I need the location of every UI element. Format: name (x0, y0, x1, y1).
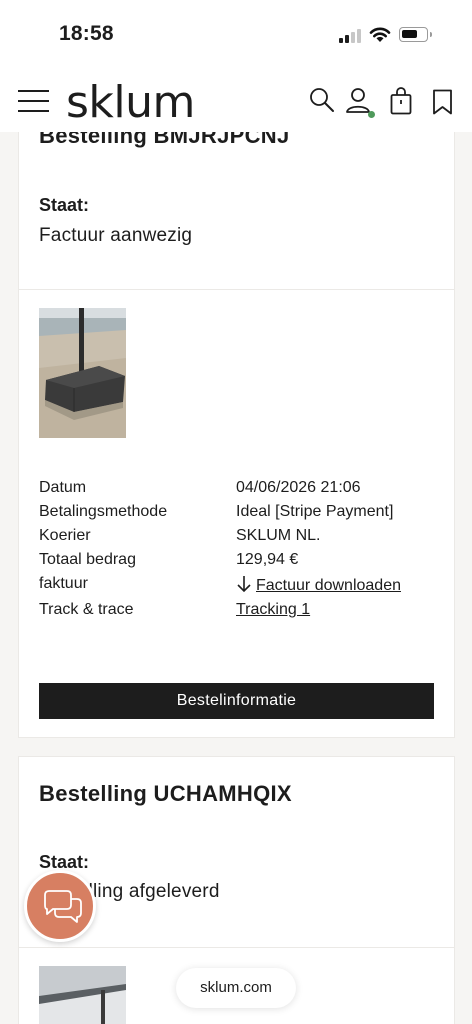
detail-row-courier: Koerier SKLUM NL. (39, 527, 439, 551)
detail-label: Totaal bedrag (39, 551, 136, 568)
detail-value: SKLUM NL. (236, 527, 321, 544)
online-status-dot (368, 111, 375, 118)
order-card: Bestelling BMJRJPCNJ Staat: Factuur aanw… (18, 100, 455, 738)
wifi-icon (369, 27, 391, 42)
wishlist-icon[interactable] (432, 89, 453, 115)
divider (19, 947, 454, 948)
detail-label: Betalingsmethode (39, 503, 168, 520)
detail-label: Track & trace (39, 601, 134, 618)
shopping-bag-icon[interactable] (390, 87, 412, 115)
status-time: 18:58 (59, 22, 114, 45)
product-image (39, 966, 126, 1024)
download-arrow-icon (237, 576, 251, 593)
detail-row-total: Totaal bedrag 129,94 € (39, 551, 439, 575)
cellular-signal-icon (339, 28, 363, 43)
detail-row-invoice: faktuur Factuur downloaden (39, 575, 439, 599)
battery-icon (399, 27, 432, 42)
menu-icon[interactable] (18, 90, 49, 112)
chat-icon (44, 890, 82, 923)
detail-row-tracking: Track & trace Tracking 1 (39, 601, 439, 625)
account-icon[interactable] (345, 87, 375, 119)
search-icon[interactable] (309, 87, 335, 113)
parasol-base-image (39, 308, 126, 438)
detail-value: Ideal [Stripe Payment] (236, 503, 394, 520)
detail-label: Datum (39, 479, 87, 496)
browser-url-bar[interactable]: sklum.com (176, 968, 296, 1008)
detail-row-payment: Betalingsmethode Ideal [Stripe Payment] (39, 503, 439, 527)
download-invoice-link[interactable]: Factuur downloaden (236, 575, 401, 595)
divider (19, 289, 454, 290)
detail-label: faktuur (39, 575, 88, 592)
detail-value: 129,94 € (236, 551, 299, 568)
download-invoice-label: Factuur downloaden (256, 577, 401, 594)
sklum-logo[interactable]: sklum (66, 77, 195, 128)
detail-label: Koerier (39, 527, 91, 544)
tracking-link[interactable]: Tracking 1 (236, 601, 310, 619)
status-bar: 18:58 (0, 0, 472, 68)
detail-row-date: Datum 04/06/2026 21:06 (39, 479, 439, 503)
detail-value: 04/06/2026 21:06 (236, 479, 361, 496)
site-header: sklum (0, 68, 472, 132)
chat-button[interactable] (24, 870, 96, 942)
order-title: Bestelling UCHAMHQIX (39, 781, 292, 806)
state-label: Staat: (39, 195, 90, 215)
order-info-button[interactable]: Bestelinformatie (39, 683, 434, 719)
state-value: Factuur aanwezig (39, 225, 193, 246)
product-thumbnail[interactable] (39, 966, 126, 1024)
product-thumbnail[interactable] (39, 308, 126, 438)
